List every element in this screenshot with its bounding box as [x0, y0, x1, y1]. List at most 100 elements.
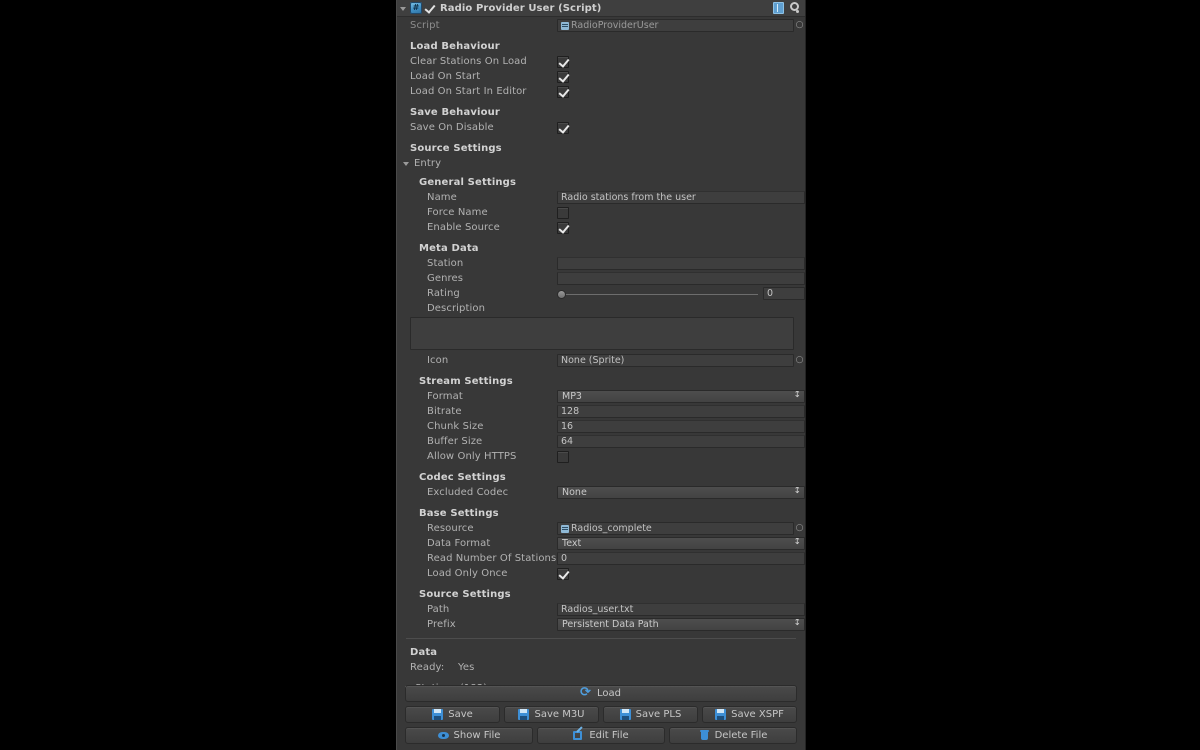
chunk-size-input[interactable]: 16 — [557, 420, 805, 433]
save-pls-button[interactable]: Save PLS — [603, 706, 698, 723]
section-source-settings-top-title: Source Settings — [397, 141, 805, 156]
row-allow-only-https[interactable]: Allow Only HTTPS — [397, 449, 805, 464]
row-format[interactable]: Format MP3 — [397, 389, 805, 404]
script-object-box[interactable]: RadioProviderUser — [557, 19, 794, 32]
component-header[interactable]: Radio Provider User (Script) — [397, 0, 805, 17]
resource-object-value: Radios_complete — [571, 523, 652, 534]
script-label: Script — [410, 20, 440, 31]
icon-object-box[interactable]: None (Sprite) — [557, 354, 794, 367]
entry-foldout-arrow-icon[interactable] — [403, 159, 412, 168]
row-name[interactable]: Name Radio stations from the user — [397, 190, 805, 205]
row-read-number-of-stations[interactable]: Read Number Of Stations 0 — [397, 551, 805, 566]
force-name-checkbox[interactable] — [557, 206, 569, 219]
edit-file-button[interactable]: Edit File — [537, 727, 665, 744]
row-prefix[interactable]: Prefix Persistent Data Path — [397, 617, 805, 632]
icon-object-picker-icon[interactable]: ○ — [794, 354, 805, 367]
genres-input[interactable] — [557, 272, 805, 285]
description-textarea[interactable] — [410, 317, 794, 350]
general-settings-heading: General Settings — [419, 177, 517, 188]
icon-field-label: Icon — [427, 355, 449, 366]
station-input[interactable] — [557, 257, 805, 270]
prefix-dropdown[interactable]: Persistent Data Path — [557, 618, 805, 631]
save-button[interactable]: Save — [405, 706, 500, 723]
section-base-settings-title: Base Settings — [397, 506, 805, 521]
book-icon[interactable] — [773, 2, 784, 14]
save-m3u-button[interactable]: Save M3U — [504, 706, 599, 723]
allow-only-https-checkbox[interactable] — [557, 450, 569, 463]
save-button-row: Save Save M3U Save PLS Save XSPF — [405, 706, 797, 723]
show-file-button[interactable]: Show File — [405, 727, 533, 744]
row-chunk-size[interactable]: Chunk Size 16 — [397, 419, 805, 434]
component-enabled-checkbox[interactable] — [425, 2, 437, 14]
row-clear-stations-on-load[interactable]: Clear Stations On Load — [397, 54, 805, 69]
excluded-codec-label: Excluded Codec — [427, 487, 509, 498]
rating-slider-knob[interactable] — [557, 289, 566, 299]
row-buffer-size[interactable]: Buffer Size 64 — [397, 434, 805, 449]
row-save-on-disable[interactable]: Save On Disable — [397, 120, 805, 135]
path-input[interactable]: Radios_user.txt — [557, 603, 805, 616]
excluded-codec-dropdown[interactable]: None — [557, 486, 805, 499]
row-enable-source[interactable]: Enable Source — [397, 220, 805, 235]
codec-settings-heading: Codec Settings — [419, 472, 506, 483]
script-object-field[interactable]: RadioProviderUser ○ — [557, 19, 805, 32]
rating-value-input[interactable]: 0 — [763, 287, 805, 300]
data-format-dropdown[interactable]: Text — [557, 537, 805, 550]
name-input[interactable]: Radio stations from the user — [557, 191, 805, 204]
row-load-only-once[interactable]: Load Only Once — [397, 566, 805, 581]
icon-object-field[interactable]: None (Sprite) ○ — [557, 354, 805, 367]
row-force-name[interactable]: Force Name — [397, 205, 805, 220]
row-bitrate[interactable]: Bitrate 128 — [397, 404, 805, 419]
enable-source-checkbox[interactable] — [557, 221, 569, 234]
load-on-start-label: Load On Start — [410, 71, 481, 82]
save-on-disable-checkbox[interactable] — [557, 121, 569, 134]
row-path[interactable]: Path Radios_user.txt — [397, 602, 805, 617]
bitrate-input[interactable]: 128 — [557, 405, 805, 418]
load-only-once-checkbox[interactable] — [557, 567, 569, 580]
resource-object-box[interactable]: Radios_complete — [557, 522, 794, 535]
resource-object-field[interactable]: Radios_complete ○ — [557, 522, 805, 535]
row-excluded-codec[interactable]: Excluded Codec None — [397, 485, 805, 500]
edit-file-button-label: Edit File — [589, 730, 629, 741]
source-settings-bottom-heading: Source Settings — [419, 589, 511, 600]
source-settings-top-heading: Source Settings — [410, 143, 502, 154]
gear-icon[interactable] — [789, 2, 801, 14]
row-load-on-start-in-editor[interactable]: Load On Start In Editor — [397, 84, 805, 99]
resource-object-picker-icon[interactable]: ○ — [794, 522, 805, 535]
clear-stations-on-load-label: Clear Stations On Load — [410, 56, 527, 67]
load-button-label: Load — [597, 688, 621, 699]
row-entry-foldout[interactable]: Entry — [397, 156, 805, 171]
save-m3u-button-label: Save M3U — [534, 709, 585, 720]
text-asset-icon — [561, 524, 569, 533]
row-station[interactable]: Station — [397, 256, 805, 271]
row-description-label: Description — [397, 301, 805, 316]
save-icon — [619, 709, 631, 720]
row-rating[interactable]: Rating 0 — [397, 286, 805, 301]
format-dropdown[interactable]: MP3 — [557, 390, 805, 403]
rating-slider-wrap[interactable]: 0 — [557, 287, 805, 300]
read-number-of-stations-input[interactable]: 0 — [557, 552, 805, 565]
component-foldout-arrow-icon[interactable] — [400, 4, 409, 13]
row-load-on-start[interactable]: Load On Start — [397, 69, 805, 84]
row-icon[interactable]: Icon None (Sprite) ○ — [397, 353, 805, 368]
row-genres[interactable]: Genres — [397, 271, 805, 286]
save-xspf-button[interactable]: Save XSPF — [702, 706, 797, 723]
description-label: Description — [427, 303, 486, 314]
rating-slider[interactable] — [557, 288, 758, 300]
show-file-button-label: Show File — [453, 730, 501, 741]
station-label: Station — [427, 258, 464, 269]
load-on-start-in-editor-checkbox[interactable] — [557, 85, 569, 98]
ready-value: Yes — [458, 662, 475, 673]
pencil-icon — [573, 730, 584, 741]
section-codec-settings-title: Codec Settings — [397, 470, 805, 485]
script-object-picker-icon[interactable]: ○ — [794, 19, 805, 32]
force-name-label: Force Name — [427, 207, 488, 218]
load-on-start-checkbox[interactable] — [557, 70, 569, 83]
row-resource[interactable]: Resource Radios_complete ○ — [397, 521, 805, 536]
load-button[interactable]: Load — [405, 685, 797, 702]
row-data-format[interactable]: Data Format Text — [397, 536, 805, 551]
buffer-size-input[interactable]: 64 — [557, 435, 805, 448]
rating-slider-track — [557, 293, 758, 295]
clear-stations-on-load-checkbox[interactable] — [557, 55, 569, 68]
path-label: Path — [427, 604, 450, 615]
delete-file-button[interactable]: Delete File — [669, 727, 797, 744]
